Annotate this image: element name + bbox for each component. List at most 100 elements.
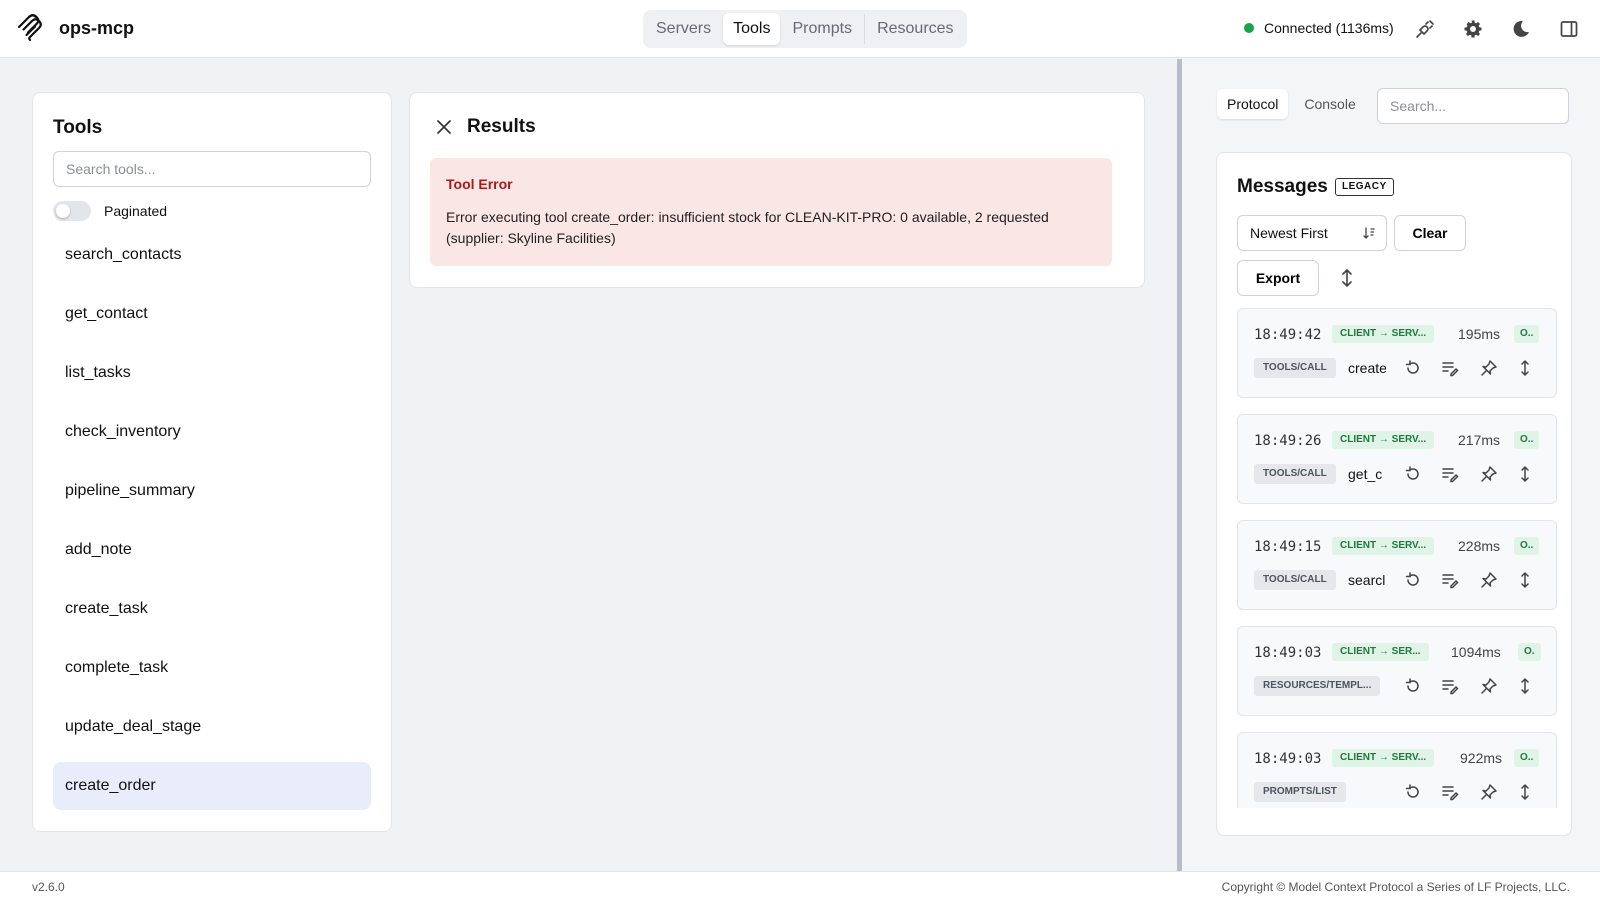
tools-panel: Tools Paginated search_contacts get_cont… xyxy=(32,92,392,832)
legacy-badge: LEGACY xyxy=(1335,178,1394,196)
tab-servers[interactable]: Servers xyxy=(646,13,721,45)
tool-item-get-contact[interactable]: get_contact xyxy=(53,290,371,338)
tool-item-add-note[interactable]: add_note xyxy=(53,526,371,574)
method-name: create xyxy=(1348,360,1386,376)
clear-button[interactable]: Clear xyxy=(1394,215,1466,251)
method-badge: TOOLS/CALL xyxy=(1254,464,1336,484)
tool-item-complete-task[interactable]: complete_task xyxy=(53,644,371,692)
tab-protocol[interactable]: Protocol xyxy=(1217,89,1289,119)
tools-search-input[interactable] xyxy=(53,151,371,187)
replay-icon[interactable] xyxy=(1404,359,1422,377)
replay-icon[interactable] xyxy=(1404,465,1422,483)
sort-order-select[interactable]: Newest First xyxy=(1237,215,1387,251)
direction-badge: CLIENT → SERV... xyxy=(1332,537,1435,555)
tab-resources[interactable]: Resources xyxy=(867,13,963,45)
error-message: Error executing tool create_order: insuf… xyxy=(446,209,1049,246)
sort-arrows-icon xyxy=(1363,227,1375,239)
messages-title: Messages xyxy=(1237,176,1328,197)
mcp-logo-icon xyxy=(17,14,42,42)
tool-item-create-order[interactable]: create_order xyxy=(53,762,371,810)
status-badge: O. xyxy=(1518,643,1541,661)
sort-order-value: Newest First xyxy=(1250,225,1328,241)
message-time: 18:49:42 xyxy=(1254,327,1322,343)
edit-list-icon[interactable] xyxy=(1441,783,1459,801)
expand-icon[interactable] xyxy=(1516,783,1534,801)
paginated-toggle[interactable] xyxy=(53,201,91,221)
message-duration: 217ms xyxy=(1458,432,1501,448)
message-duration: 228ms xyxy=(1458,538,1501,554)
tool-item-update-deal-stage[interactable]: update_deal_stage xyxy=(53,703,371,751)
method-name: searcl xyxy=(1348,572,1386,588)
message-list: 18:49:42 CLIENT → SERV... 195ms O.. TOOL… xyxy=(1237,308,1571,808)
message-time: 18:49:03 xyxy=(1254,751,1322,767)
tab-tools[interactable]: Tools xyxy=(723,13,781,45)
status-dot xyxy=(1244,23,1254,33)
direction-badge: CLIENT → SERV... xyxy=(1332,431,1435,449)
plug-disconnect-icon[interactable] xyxy=(1415,19,1435,39)
moon-icon[interactable] xyxy=(1511,19,1531,39)
expand-icon[interactable] xyxy=(1516,359,1534,377)
method-name: get_c xyxy=(1348,466,1383,482)
copyright-text: Copyright © Model Context Protocol a Ser… xyxy=(1221,880,1570,894)
sidebar-toggle-icon[interactable] xyxy=(1559,19,1579,39)
version-label: v2.6.0 xyxy=(32,880,65,894)
tool-item-search-contacts[interactable]: search_contacts xyxy=(53,231,371,279)
pin-icon[interactable] xyxy=(1480,359,1498,377)
edit-list-icon[interactable] xyxy=(1441,359,1459,377)
app-header: ops-mcp Servers Tools Prompts Resources … xyxy=(0,0,1600,58)
tab-console[interactable]: Console xyxy=(1294,89,1365,119)
replay-icon[interactable] xyxy=(1404,783,1422,801)
direction-badge: CLIENT → SER... xyxy=(1332,643,1429,661)
pin-icon[interactable] xyxy=(1480,677,1498,695)
export-button[interactable]: Export xyxy=(1237,260,1319,296)
tool-item-create-task[interactable]: create_task xyxy=(53,585,371,633)
tool-item-pipeline-summary[interactable]: pipeline_summary xyxy=(53,467,371,515)
status-badge: O.. xyxy=(1514,537,1540,555)
message-item[interactable]: 18:49:03 CLIENT → SERV... 922ms O.. PROM… xyxy=(1237,732,1557,808)
method-badge: TOOLS/CALL xyxy=(1254,358,1336,378)
message-duration: 1094ms xyxy=(1451,644,1501,660)
replay-icon[interactable] xyxy=(1404,677,1422,695)
tool-item-check-inventory[interactable]: check_inventory xyxy=(53,408,371,456)
tool-item-list-tasks[interactable]: list_tasks xyxy=(53,349,371,397)
protocol-pane: Protocol Console Messages LEGACY Newest … xyxy=(1182,59,1600,871)
message-item[interactable]: 18:49:03 CLIENT → SER... 1094ms O. RESOU… xyxy=(1237,626,1557,716)
expand-icon[interactable] xyxy=(1516,571,1534,589)
paginated-label: Paginated xyxy=(104,203,168,219)
pin-icon[interactable] xyxy=(1480,783,1498,801)
connection-status-text: Connected (1136ms) xyxy=(1264,20,1394,36)
direction-badge: CLIENT → SERV... xyxy=(1332,749,1435,767)
status-badge: O.. xyxy=(1514,431,1540,449)
status-badge: O.. xyxy=(1514,325,1540,343)
edit-list-icon[interactable] xyxy=(1441,571,1459,589)
nav-separator xyxy=(864,14,866,44)
toggle-knob xyxy=(56,204,70,218)
message-time: 18:49:03 xyxy=(1254,645,1322,661)
method-badge: TOOLS/CALL xyxy=(1254,570,1336,590)
connection-status: Connected (1136ms) xyxy=(1244,20,1394,36)
error-title: Tool Error xyxy=(446,176,513,192)
edit-list-icon[interactable] xyxy=(1441,465,1459,483)
direction-badge: CLIENT → SERV... xyxy=(1332,325,1435,343)
right-tabs: Protocol Console xyxy=(1217,89,1366,119)
edit-list-icon[interactable] xyxy=(1441,677,1459,695)
status-badge: O.. xyxy=(1514,749,1540,767)
tab-prompts[interactable]: Prompts xyxy=(782,13,862,45)
expand-icon[interactable] xyxy=(1516,677,1534,695)
pin-icon[interactable] xyxy=(1480,465,1498,483)
message-time: 18:49:15 xyxy=(1254,539,1322,555)
replay-icon[interactable] xyxy=(1404,571,1422,589)
expand-all-icon[interactable] xyxy=(1338,267,1356,289)
close-icon[interactable] xyxy=(436,119,452,135)
footer: v2.6.0 Copyright © Model Context Protoco… xyxy=(0,871,1600,900)
pin-icon[interactable] xyxy=(1480,571,1498,589)
messages-search-input[interactable] xyxy=(1377,88,1569,124)
message-item[interactable]: 18:49:15 CLIENT → SERV... 228ms O.. TOOL… xyxy=(1237,520,1557,610)
gear-icon[interactable] xyxy=(1463,19,1483,39)
messages-panel: Messages LEGACY Newest First Clear Expor… xyxy=(1216,152,1572,836)
app-title: ops-mcp xyxy=(59,18,135,38)
message-item[interactable]: 18:49:26 CLIENT → SERV... 217ms O.. TOOL… xyxy=(1237,414,1557,504)
message-item[interactable]: 18:49:42 CLIENT → SERV... 195ms O.. TOOL… xyxy=(1237,308,1557,398)
expand-icon[interactable] xyxy=(1516,465,1534,483)
results-panel: Results Tool Error Error executing tool … xyxy=(409,92,1145,288)
